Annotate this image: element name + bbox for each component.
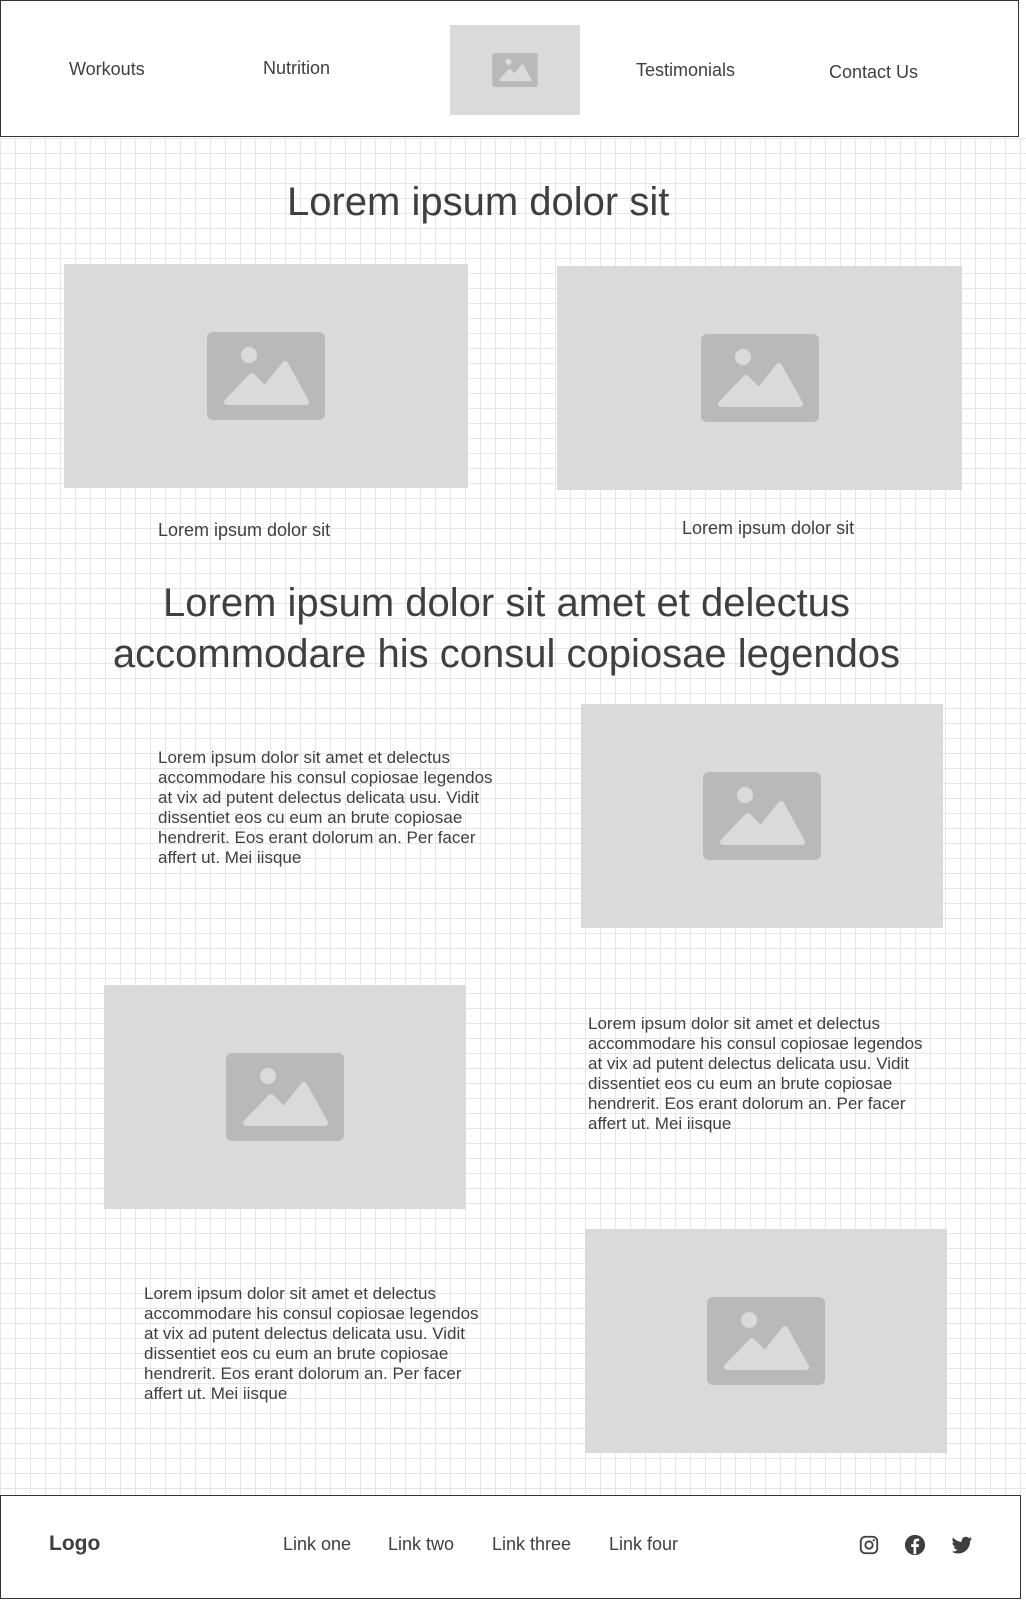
image-placeholder-icon xyxy=(226,1053,344,1141)
nav-link-nutrition[interactable]: Nutrition xyxy=(263,58,330,79)
card-caption-2: Lorem ipsum dolor sit xyxy=(682,518,855,538)
twitter-icon[interactable] xyxy=(951,1534,973,1556)
feature-image-2 xyxy=(104,985,466,1209)
section-heading-line-1: Lorem ipsum dolor sit amet et delectus xyxy=(163,581,850,625)
image-placeholder-icon xyxy=(207,332,325,420)
card-caption-1: Lorem ipsum dolor sit xyxy=(158,520,331,540)
header-logo-placeholder[interactable] xyxy=(450,25,580,115)
site-footer: Logo Link one Link two Link three Link f… xyxy=(0,1495,1021,1599)
section-heading: Lorem ipsum dolor sit amet et delectus a… xyxy=(0,578,1013,680)
image-placeholder-icon xyxy=(707,1297,825,1385)
section-heading-line-2: accommodare his consul copiosae legendos xyxy=(112,632,901,676)
image-placeholder-icon xyxy=(700,334,819,422)
footer-link-one[interactable]: Link one xyxy=(283,1534,351,1555)
feature-text-1: Lorem ipsum dolor sit amet et delectus a… xyxy=(158,748,493,867)
footer-link-three[interactable]: Link three xyxy=(492,1534,571,1555)
page-title: Lorem ipsum dolor sit xyxy=(287,180,670,224)
nav-link-contact-us[interactable]: Contact Us xyxy=(829,62,918,83)
feature-text-3: Lorem ipsum dolor sit amet et delectus a… xyxy=(144,1284,479,1403)
nav-link-workouts[interactable]: Workouts xyxy=(69,59,145,80)
card-image-2 xyxy=(557,266,962,490)
footer-link-four[interactable]: Link four xyxy=(609,1534,678,1555)
instagram-icon[interactable] xyxy=(858,1534,880,1556)
footer-link-two[interactable]: Link two xyxy=(388,1534,454,1555)
facebook-icon[interactable] xyxy=(904,1534,926,1556)
site-header: Workouts Nutrition Testimonials Contact … xyxy=(0,0,1019,137)
feature-text-2: Lorem ipsum dolor sit amet et delectus a… xyxy=(588,1014,923,1133)
footer-logo[interactable]: Logo xyxy=(49,1532,100,1556)
nav-link-testimonials[interactable]: Testimonials xyxy=(636,60,735,81)
feature-image-1 xyxy=(581,704,943,928)
image-placeholder-icon xyxy=(703,772,821,860)
image-placeholder-icon xyxy=(492,53,538,87)
card-image-1 xyxy=(64,264,468,488)
feature-image-3 xyxy=(585,1229,947,1453)
